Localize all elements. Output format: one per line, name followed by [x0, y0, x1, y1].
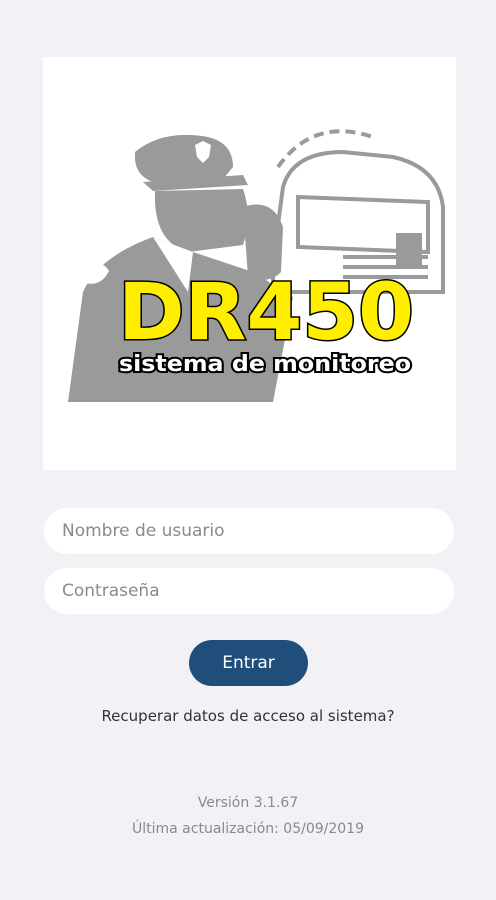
- last-update-text: Última actualización: 05/09/2019: [132, 821, 364, 837]
- login-button[interactable]: Entrar: [189, 640, 308, 686]
- app-version-text: Versión 3.1.67: [197, 795, 299, 811]
- username-input[interactable]: [44, 508, 454, 554]
- recover-access-link[interactable]: Recuperar datos de acceso al sistema?: [0, 707, 496, 725]
- logo-tagline-text: sistema de monitoreo: [119, 352, 411, 377]
- logo-graphic: DR450 sistema de monitoreo: [68, 129, 445, 402]
- password-input[interactable]: [44, 568, 454, 614]
- logo-brand-text: DR450: [118, 268, 414, 358]
- app-logo: DR450 sistema de monitoreo: [43, 57, 456, 470]
